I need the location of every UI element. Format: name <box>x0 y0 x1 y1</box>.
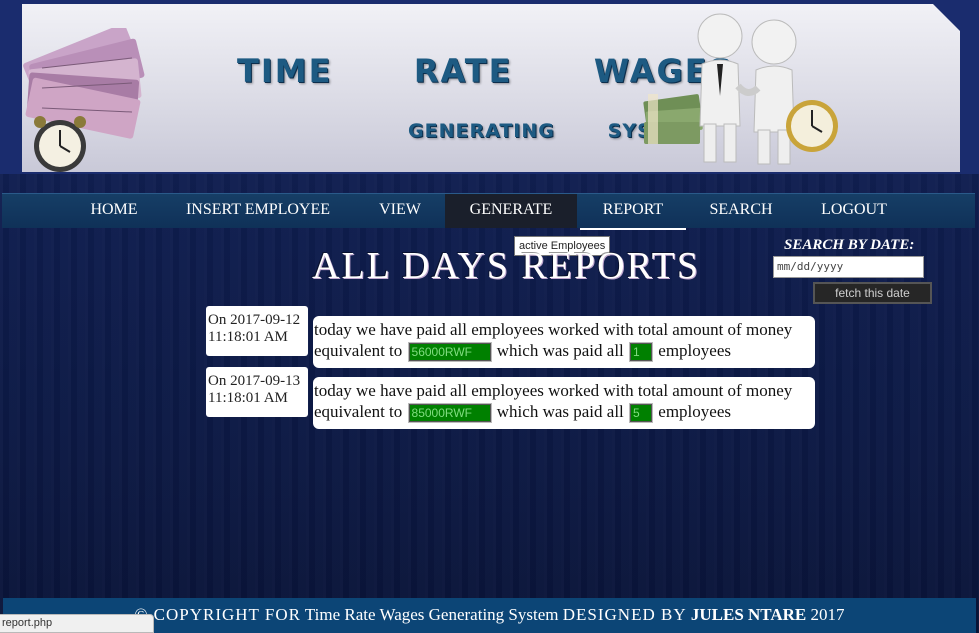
report-time: 11:18:01 AM <box>208 390 288 406</box>
footer-year: 2017 <box>810 605 845 624</box>
footer-system-name: Time Rate Wages Generating System <box>304 605 559 624</box>
nav-search[interactable]: SEARCH <box>698 194 784 228</box>
header-banner: TIME RATE WAGES GENERATING SYSTEM <box>0 0 979 174</box>
report-summary-box: today we have paid all employees worked … <box>313 316 815 368</box>
nav-home[interactable]: HOME <box>82 194 146 228</box>
page-title: ALL DAYS REPORTS <box>312 245 700 287</box>
footer-designed-by: DESIGNED BY <box>562 605 687 624</box>
report-date-box: On 2017-09-13 11:18:01 AM <box>206 367 308 417</box>
browser-status-url: report.php <box>0 614 154 633</box>
report-date: 2017-09-13 <box>230 373 301 389</box>
nav-logout[interactable]: LOGOUT <box>810 194 898 228</box>
nav-view[interactable]: VIEW <box>370 194 430 228</box>
nav-report[interactable]: REPORT <box>580 194 686 230</box>
fetch-date-button[interactable]: fetch this date <box>813 282 932 304</box>
report-time: 11:18:01 AM <box>208 329 288 345</box>
report-employee-count: 1 <box>629 342 654 363</box>
report-date-prefix: On <box>208 373 227 389</box>
report-text: employees <box>658 341 731 360</box>
footer-copyright: © COPYRIGHT FOR <box>134 605 301 624</box>
report-date: 2017-09-12 <box>230 312 301 328</box>
report-date-prefix: On <box>208 312 227 328</box>
report-text: which was paid all <box>496 402 624 421</box>
report-date-box: On 2017-09-12 11:18:01 AM <box>206 306 308 356</box>
footer-author: JULES NTARE <box>690 605 807 624</box>
search-date-input[interactable]: mm/dd/yyyy <box>773 256 924 278</box>
nav-generate[interactable]: GENERATE <box>445 194 577 228</box>
banner-corner <box>933 4 961 32</box>
report-text: employees <box>658 402 731 421</box>
handshake-illustration <box>643 13 838 165</box>
report-amount-value: 85000RWF <box>407 403 492 424</box>
nav-insert-employee[interactable]: INSERT EMPLOYEE <box>176 194 340 228</box>
main-nav: HOME INSERT EMPLOYEE VIEW GENERATE REPOR… <box>2 193 975 230</box>
money-clock-illustration <box>23 28 145 172</box>
report-summary-box: today we have paid all employees worked … <box>313 377 815 429</box>
report-amount-value: 56000RWF <box>407 342 492 363</box>
search-by-date-label: SEARCH BY DATE: <box>784 237 915 253</box>
report-employee-count: 5 <box>629 403 654 424</box>
report-text: which was paid all <box>496 341 624 360</box>
